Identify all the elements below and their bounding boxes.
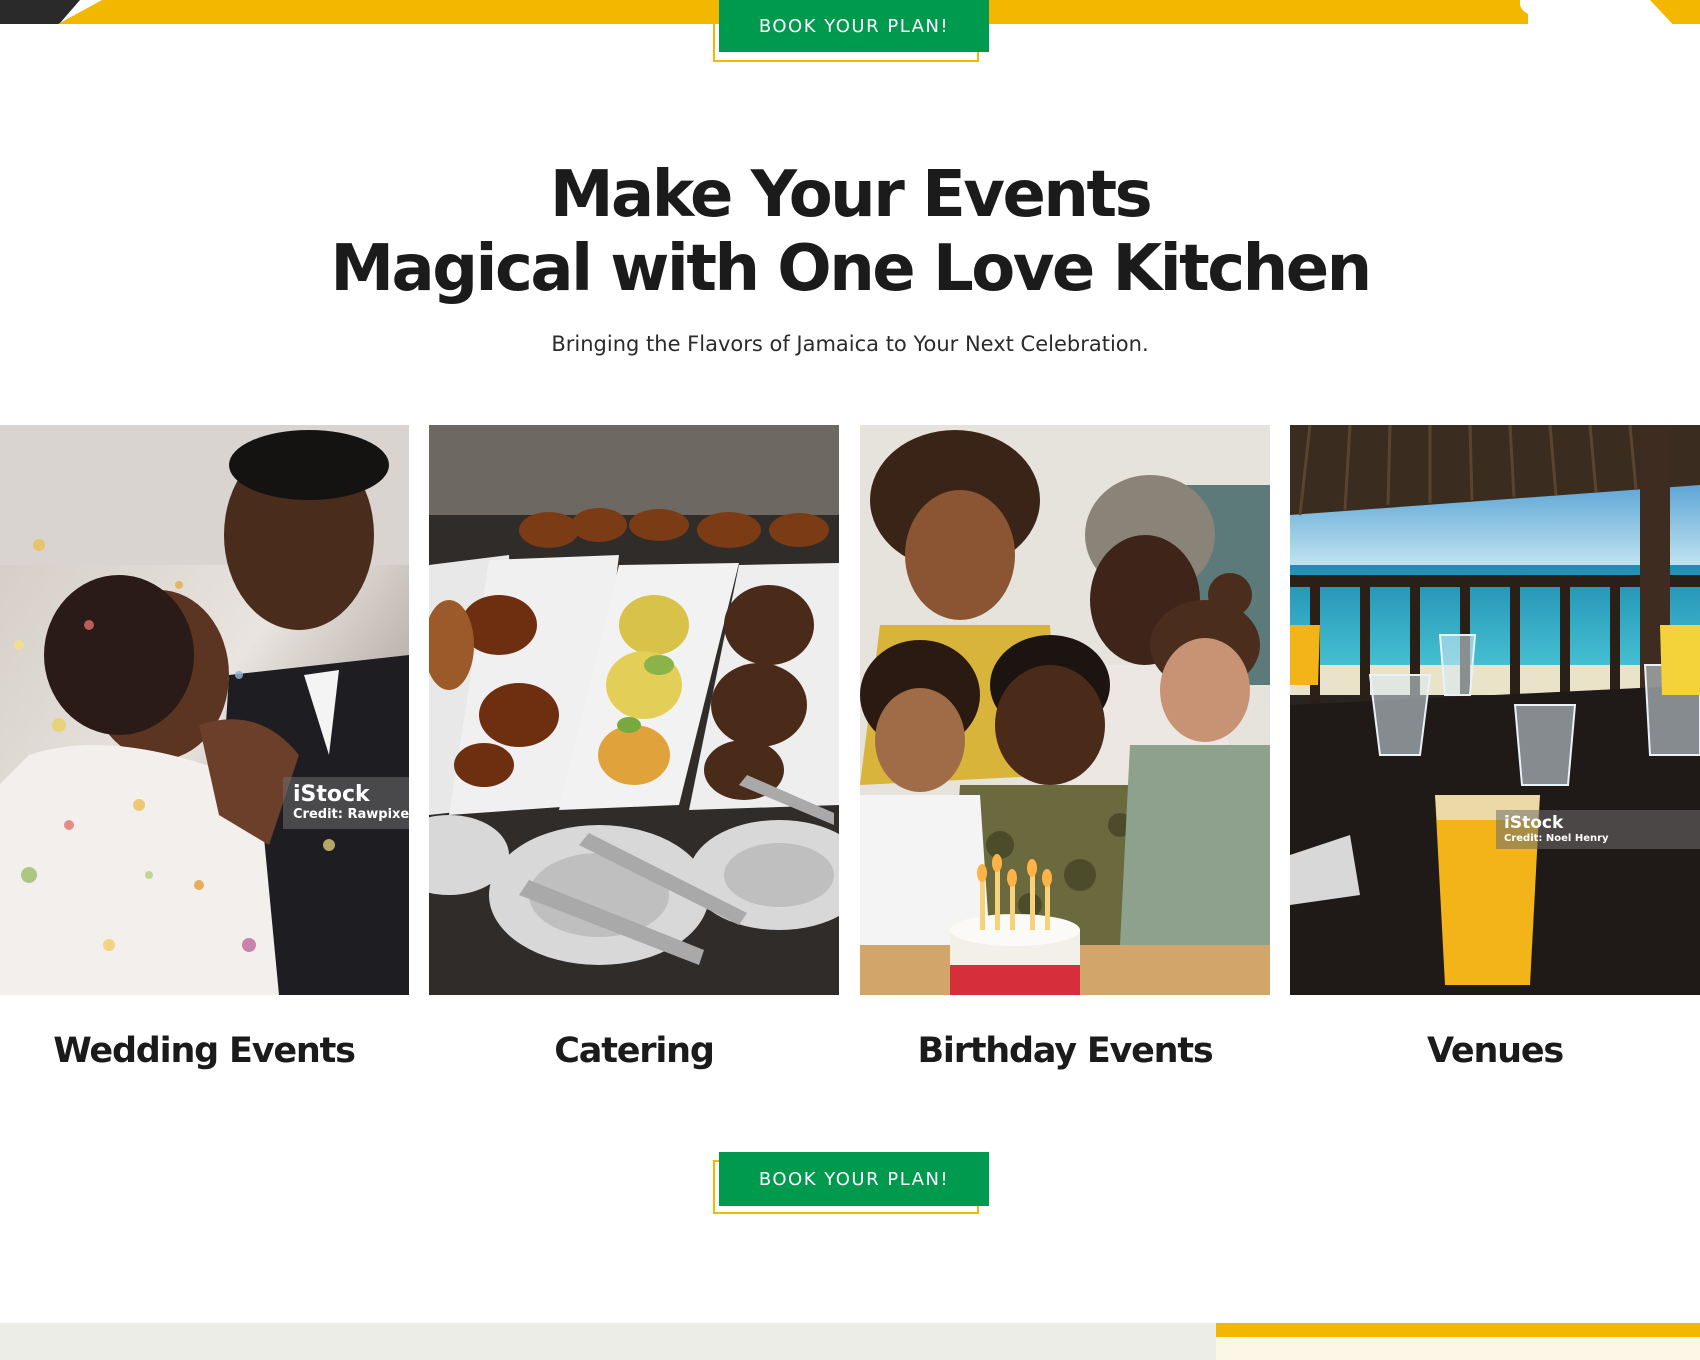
event-card-venues[interactable]: iStock Credit: Noel Henry Venues — [1290, 425, 1700, 1085]
istock-watermark: iStock Credit: Rawpixel — [283, 777, 409, 829]
next-section-yellow-band — [1216, 1323, 1700, 1337]
page-title-line-2: Magical with One Love Kitchen — [330, 232, 1372, 306]
next-section-grey-band — [0, 1323, 1216, 1360]
top-band-right-yellow-segment — [1650, 0, 1700, 24]
beach-venue-photo: iStock Credit: Noel Henry — [1290, 425, 1700, 995]
istock-watermark: iStock Credit: Noel Henry — [1496, 810, 1700, 849]
top-book-plan-cta: BOOK YOUR PLAN! — [713, 0, 989, 62]
event-card-wedding[interactable]: iStock Credit: Rawpixel Wedding Events — [0, 425, 409, 1085]
event-card-birthday[interactable]: Birthday Events — [860, 425, 1270, 1085]
event-card-title: Catering — [554, 1031, 715, 1071]
event-card-catering[interactable]: Catering — [429, 425, 839, 1085]
book-your-plan-button-bottom[interactable]: BOOK YOUR PLAN! — [719, 1152, 989, 1206]
book-your-plan-button-top[interactable]: BOOK YOUR PLAN! — [719, 0, 989, 52]
event-card-title: Wedding Events — [53, 1031, 356, 1071]
next-section-pale-band — [1216, 1337, 1700, 1360]
wedding-couple-photo: iStock Credit: Rawpixel — [0, 425, 409, 995]
event-card-title: Birthday Events — [917, 1031, 1213, 1071]
buffet-food-photo — [429, 425, 839, 995]
event-card-title: Venues — [1426, 1031, 1564, 1071]
page-title-line-1: Make Your Events — [549, 158, 1153, 232]
top-band-white-curve — [1520, 0, 1620, 24]
bottom-book-plan-cta: BOOK YOUR PLAN! — [713, 1152, 989, 1214]
page-subtitle: Bringing the Flavors of Jamaica to Your … — [551, 332, 1149, 356]
event-cards: iStock Credit: Rawpixel Wedding Events C… — [0, 425, 1700, 1085]
page-title: Make Your Events Magical with One Love K… — [0, 158, 1700, 306]
birthday-family-photo — [860, 425, 1270, 995]
